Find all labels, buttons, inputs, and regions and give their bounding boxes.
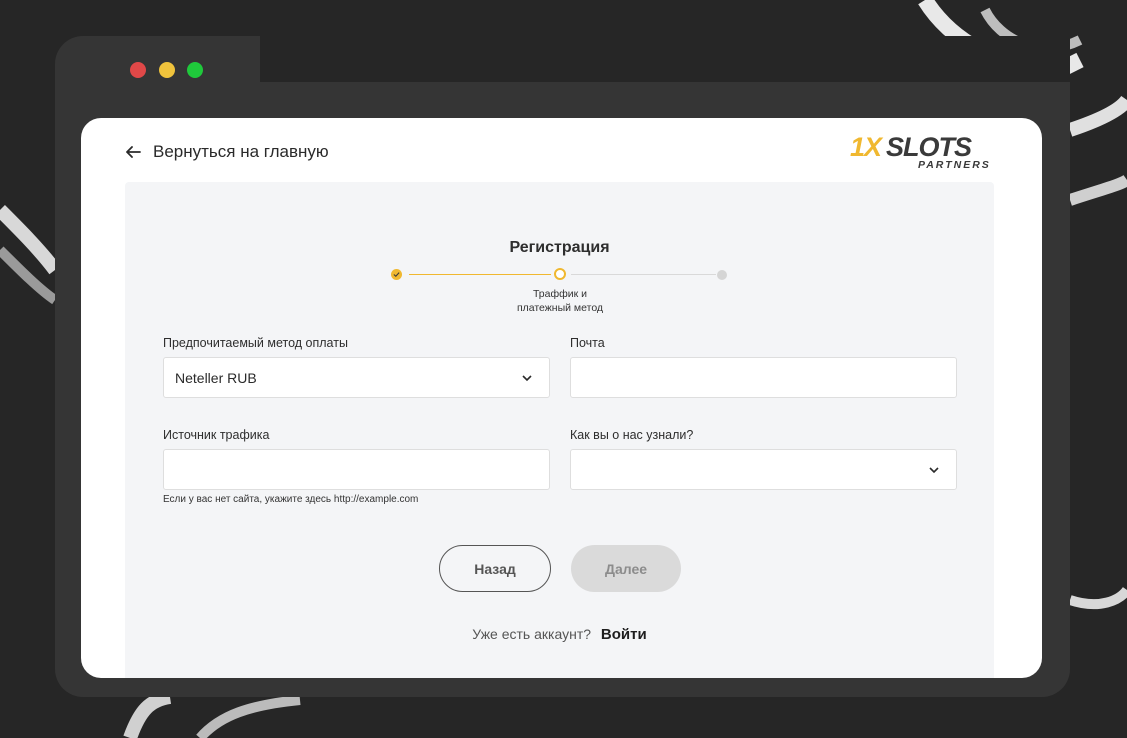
check-icon: [393, 272, 400, 278]
payment-method-value: Neteller RUB: [175, 369, 257, 386]
svg-text:PARTNERS: PARTNERS: [918, 159, 991, 171]
referral-label: Как вы о нас узнали?: [570, 428, 694, 442]
referral-select[interactable]: [570, 449, 957, 490]
chevron-down-icon: [929, 467, 939, 474]
browser-tab-notch: [260, 36, 1070, 82]
email-field[interactable]: [570, 357, 957, 398]
form-title: Регистрация: [509, 239, 610, 256]
next-button[interactable]: Далее: [571, 545, 681, 592]
step-2-active: [554, 268, 566, 280]
email-label: Почта: [570, 336, 605, 350]
back-to-home-link[interactable]: Вернуться на главную: [125, 142, 329, 162]
login-prompt: Уже есть аккаунт?: [472, 626, 592, 642]
registration-form-panel: Регистрация Траффик и платежный метод Пре…: [125, 182, 994, 678]
registration-page: Вернуться на главную 1X SLOTS PARTNERS Р…: [81, 118, 1042, 678]
chevron-down-icon: [522, 375, 532, 382]
traffic-source-hint: Если у вас нет сайта, укажите здесь http…: [163, 494, 419, 505]
step-3-pending: [717, 270, 727, 280]
payment-method-label: Предпочитаемый метод оплаты: [163, 336, 348, 350]
maximize-window-icon[interactable]: [187, 62, 203, 78]
registration-stepper: Траффик и платежный метод: [125, 267, 994, 317]
svg-text:1X: 1X: [850, 132, 884, 162]
svg-text:SLOTS: SLOTS: [886, 132, 972, 162]
payment-method-select[interactable]: Neteller RUB: [163, 357, 550, 398]
login-row: Уже есть аккаунт? Войти: [125, 626, 994, 643]
back-link-label: Вернуться на главную: [153, 142, 329, 161]
back-button[interactable]: Назад: [439, 545, 551, 592]
traffic-source-label: Источник трафика: [163, 428, 270, 442]
minimize-window-icon[interactable]: [159, 62, 175, 78]
brand-logo: 1X SLOTS PARTNERS: [850, 132, 991, 171]
login-link[interactable]: Войти: [601, 626, 647, 643]
step-line-pending: [571, 274, 716, 275]
traffic-source-field[interactable]: [163, 449, 550, 490]
close-window-icon[interactable]: [130, 62, 146, 78]
step-line-completed: [409, 274, 551, 275]
step-1-completed: [391, 269, 402, 280]
step-2-label: Траффик и платежный метод: [516, 288, 604, 314]
arrow-left-icon: [126, 146, 141, 158]
